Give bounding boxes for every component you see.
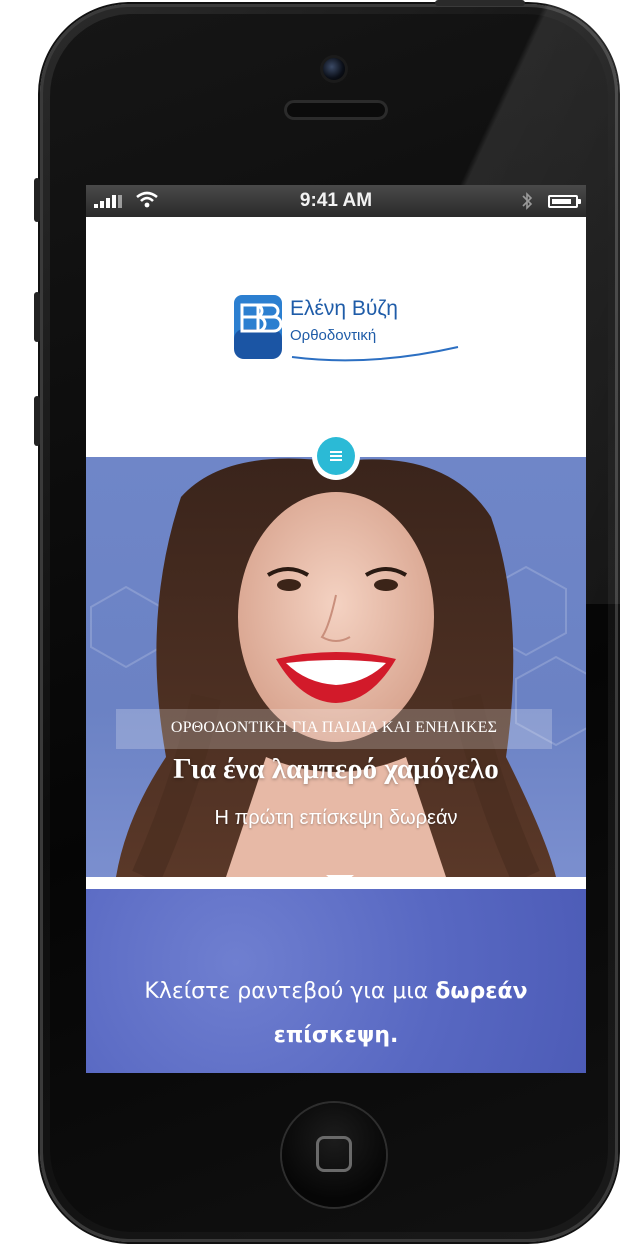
hero-banner: ΟΡΘΟΔΟΝΤΙΚΗ ΓΙΑ ΠΑΙΔΙΑ ΚΑΙ ΕΝΗΛΙΚΕΣ Για … [86,457,586,877]
phone-screen: 9:41 AM Ελένη Βύζη Ορθοδοντική ΟΡΘΟΔΟΝΤΙ… [86,185,586,1073]
status-bar: 9:41 AM [86,185,586,217]
cta-text-regular: Κλείστε ραντεβού για μια [144,979,436,1004]
battery-level [552,199,571,204]
menu-button-circle [317,437,355,475]
hero-tagline: ΟΡΘΟΔΟΝΤΙΚΗ ΓΙΑ ΠΑΙΔΙΑ ΚΑΙ ΕΝΗΛΙΚΕΣ [170,719,498,736]
battery-icon [548,195,581,208]
volume-down-button [34,396,40,446]
logo-swoosh [291,346,459,362]
earpiece-speaker [284,100,388,120]
menu-button[interactable] [312,432,360,480]
divider-notch [326,875,354,887]
mute-switch [34,178,40,222]
status-time: 9:41 AM [299,190,373,211]
power-button [435,0,525,6]
hero-title: Για ένα λαμπερό χαμόγελο [173,753,499,785]
cta-text-bold: δωρεάν [435,979,528,1004]
cta-text-line1: Κλείστε ραντεβού για μια δωρεάν [86,979,586,1004]
hamburger-menu-icon [330,451,342,461]
site-logo[interactable]: Ελένη Βύζη Ορθοδοντική [232,293,462,367]
logo-name: Ελένη Βύζη [290,297,398,320]
volume-up-button [34,292,40,342]
cta-text-line2: επίσκεψη. [273,1023,399,1048]
logo-mark-icon [234,295,283,359]
bluetooth-icon [522,192,533,210]
hero-subtitle: Η πρώτη επίσκεψη δωρεάν [214,807,458,829]
logo-subtitle: Ορθοδοντική [290,327,377,344]
front-camera [323,58,345,80]
appointment-cta[interactable]: Κλείστε ραντεβού για μια δωρεάν επίσκεψη… [86,889,586,1073]
home-button-icon [316,1136,352,1172]
